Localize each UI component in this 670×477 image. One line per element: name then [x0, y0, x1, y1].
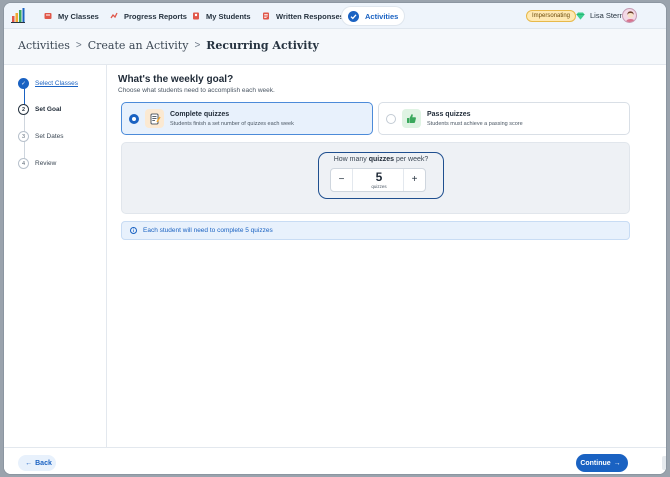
quantity-stepper[interactable]: − 5 quizzes + — [330, 168, 426, 192]
page-title: Recurring Activity — [206, 39, 319, 52]
top-navigation: My Classes Progress Reports My Students … — [4, 3, 666, 29]
classes-icon — [44, 12, 52, 20]
step-set-goal: 2 Set Goal — [18, 104, 61, 115]
option-complete-quizzes[interactable]: Complete quizzes Students finish a set n… — [121, 102, 373, 135]
quiz-checklist-icon — [145, 109, 164, 128]
decrement-button[interactable]: − — [331, 169, 353, 191]
nav-activities[interactable]: Activities — [342, 7, 405, 25]
app-logo-icon[interactable] — [11, 7, 25, 23]
step-label: Select Classes — [35, 80, 78, 87]
thumbs-up-icon — [402, 109, 421, 128]
impersonating-badge: Impersonating — [526, 10, 577, 22]
check-icon: ✓ — [18, 78, 29, 89]
radio-selected[interactable] — [129, 114, 139, 124]
option-description: Students must achieve a passing score — [427, 121, 523, 127]
nav-progress-reports[interactable]: Progress Reports — [104, 7, 193, 25]
info-text: Each student will need to complete 5 qui… — [143, 227, 273, 234]
info-icon: i — [130, 227, 137, 234]
back-button[interactable]: ← Back — [18, 455, 56, 471]
goal-question: How many quizzes per week? — [333, 156, 429, 163]
section-title: What's the weekly goal? — [118, 74, 234, 85]
goal-panel: How many quizzes per week? − 5 quizzes + — [121, 142, 630, 214]
quantity-value[interactable]: 5 — [353, 170, 405, 184]
breadcrumb-separator: > — [194, 40, 201, 51]
step-label: Set Goal — [35, 106, 62, 113]
gem-icon — [576, 12, 585, 20]
step-number: 4 — [18, 158, 29, 169]
option-title: Pass quizzes — [427, 111, 471, 118]
nav-my-classes[interactable]: My Classes — [38, 7, 105, 25]
avatar[interactable] — [622, 8, 637, 23]
step-label: Set Dates — [35, 133, 64, 140]
nav-my-students[interactable]: My Students — [186, 7, 257, 25]
user-name[interactable]: Lisa Stern — [590, 11, 624, 20]
breadcrumb-create-activity[interactable]: Create an Activity — [88, 39, 189, 52]
goal-input-box: How many quizzes per week? − 5 quizzes + — [318, 152, 444, 199]
arrow-right-icon: → — [613, 459, 621, 467]
step-review: 4 Review — [18, 158, 56, 169]
written-responses-icon — [262, 12, 270, 20]
option-description: Students finish a set number of quizzes … — [170, 121, 294, 127]
info-banner: i Each student will need to complete 5 q… — [121, 221, 630, 240]
app-window: My Classes Progress Reports My Students … — [3, 2, 667, 475]
step-number: 2 — [18, 104, 29, 115]
step-number: 3 — [18, 131, 29, 142]
step-label: Review — [35, 160, 57, 167]
breadcrumb-activities[interactable]: Activities — [18, 39, 70, 52]
option-title: Complete quizzes — [170, 111, 230, 118]
activities-icon — [348, 10, 359, 22]
footer-bar: ← Back Continue → — [4, 447, 666, 474]
section-subtitle: Choose what students need to accomplish … — [118, 87, 275, 94]
students-icon — [192, 12, 200, 20]
step-set-dates: 3 Set Dates — [18, 131, 64, 142]
scrollbar-handle[interactable] — [662, 456, 666, 470]
arrow-left-icon: ← — [25, 459, 33, 467]
radio-unselected[interactable] — [386, 114, 396, 124]
nav-written-responses[interactable]: Written Responses — [256, 7, 350, 25]
option-pass-quizzes[interactable]: Pass quizzes Students must achieve a pas… — [378, 102, 630, 135]
step-select-classes[interactable]: ✓ Select Classes — [18, 78, 78, 89]
breadcrumb: Activities > Create an Activity > Recurr… — [18, 39, 319, 52]
breadcrumb-separator: > — [75, 40, 82, 51]
reports-icon — [110, 12, 118, 20]
increment-button[interactable]: + — [403, 169, 425, 191]
continue-button[interactable]: Continue → — [576, 454, 628, 472]
page-header: Activities > Create an Activity > Recurr… — [4, 29, 666, 65]
progress-stepper: ✓ Select Classes 2 Set Goal 3 Set Dates … — [4, 65, 107, 447]
quantity-unit: quizzes — [371, 184, 387, 189]
